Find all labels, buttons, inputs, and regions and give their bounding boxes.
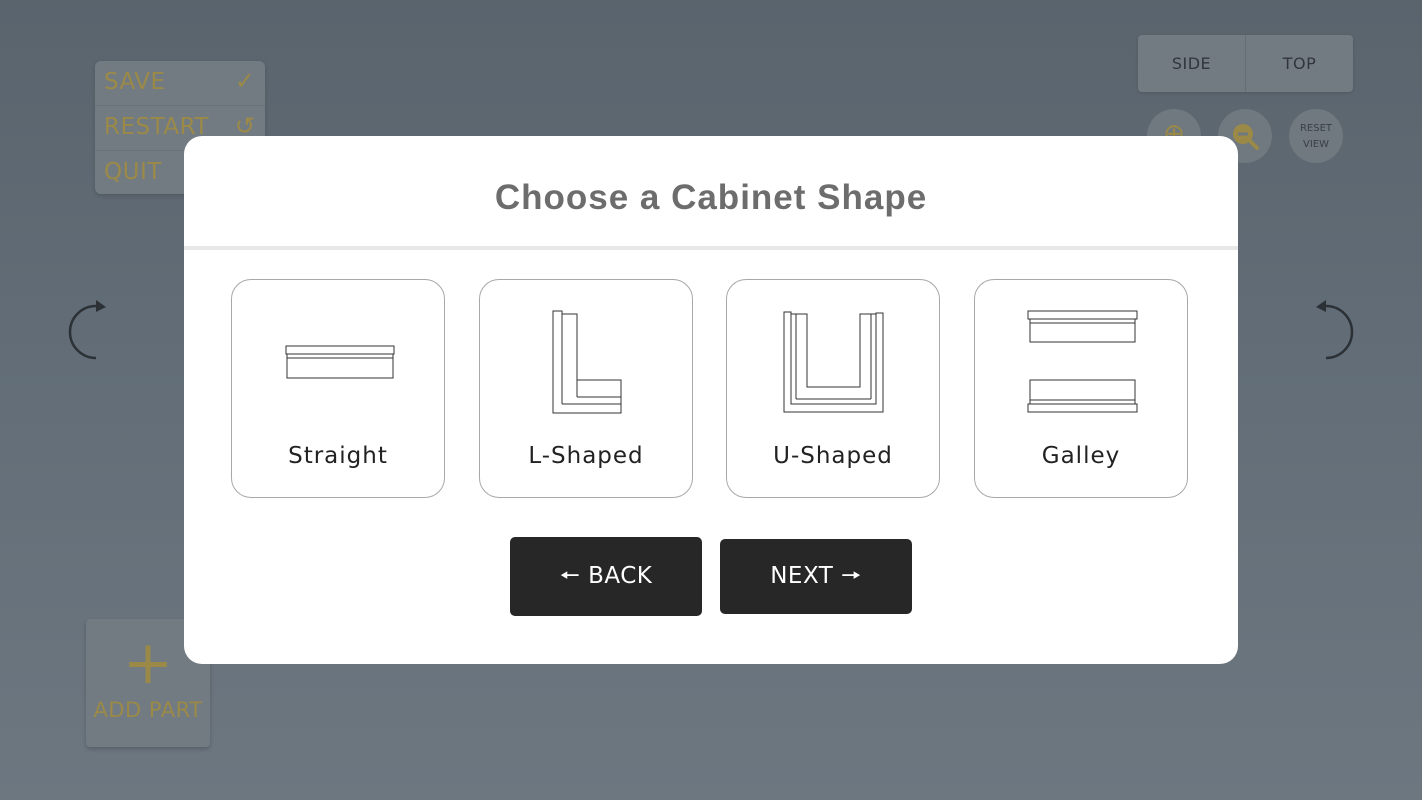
rotate-right-icon <box>1316 300 1354 360</box>
reset-view-line2: VIEW <box>1303 139 1329 150</box>
l-shaped-cabinet-icon <box>552 310 622 414</box>
save-label: SAVE <box>104 69 166 95</box>
straight-cabinet-icon <box>285 345 395 379</box>
view-toggle: SIDE TOP <box>1138 35 1353 92</box>
shape-label-l-shaped: L-Shaped <box>528 443 644 469</box>
side-view-button[interactable]: SIDE <box>1138 35 1246 92</box>
title-divider <box>184 246 1238 250</box>
top-view-button[interactable]: TOP <box>1246 35 1353 92</box>
reset-view-button[interactable]: RESET VIEW <box>1289 109 1343 163</box>
choose-shape-dialog: Choose a Cabinet Shape Straight L-Shaped <box>184 136 1238 664</box>
back-button[interactable]: 🠔 BACK <box>510 537 702 616</box>
shape-option-straight[interactable]: Straight <box>231 279 445 498</box>
shape-label-galley: Galley <box>1041 443 1121 469</box>
reset-view-line1: RESET <box>1299 123 1333 134</box>
rotate-right-button[interactable] <box>1310 298 1360 364</box>
save-menu-item[interactable]: SAVE ✓ <box>95 61 265 106</box>
rotate-left-button[interactable] <box>62 298 112 364</box>
next-button[interactable]: NEXT 🠖 <box>720 539 912 614</box>
check-icon: ✓ <box>234 67 255 95</box>
quit-label: QUIT <box>104 159 162 185</box>
shape-label-straight: Straight <box>288 443 388 469</box>
shape-option-l-shaped[interactable]: L-Shaped <box>479 279 693 498</box>
shape-label-u-shaped: U-Shaped <box>773 443 893 469</box>
rotate-left-icon <box>68 300 106 360</box>
shape-option-galley[interactable]: Galley <box>974 279 1188 498</box>
restart-label: RESTART <box>104 114 209 140</box>
shape-option-u-shaped[interactable]: U-Shaped <box>726 279 940 498</box>
dialog-title: Choose a Cabinet Shape <box>494 178 928 217</box>
u-shaped-cabinet-icon <box>783 311 884 413</box>
galley-cabinet-icon <box>1027 310 1138 413</box>
add-part-label: ADD PART <box>93 698 203 722</box>
